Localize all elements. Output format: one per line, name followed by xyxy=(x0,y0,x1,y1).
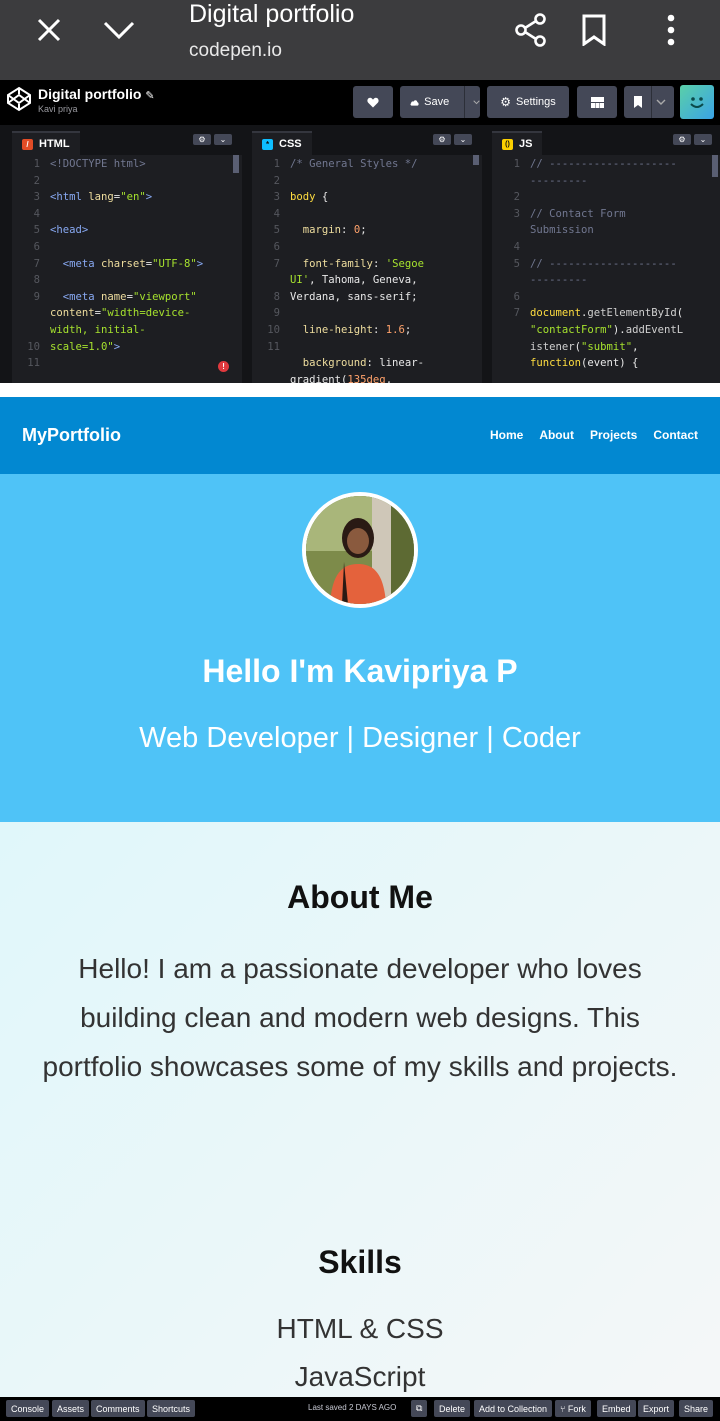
js-icon: () xyxy=(502,138,513,150)
css-code[interactable]: /* General Styles */ body { margin: 0; f… xyxy=(290,155,424,383)
pen-author[interactable]: Kavi priya xyxy=(38,104,78,114)
hero-subtitle: Web Developer | Designer | Coder xyxy=(139,722,581,754)
hero-section: Hello I'm Kavipriya P Web Developer | De… xyxy=(0,474,720,822)
css-icon: * xyxy=(262,138,273,150)
settings-button-label: Settings xyxy=(516,96,556,108)
editor-collapse-chevron-icon[interactable]: ⌄ xyxy=(694,134,712,145)
html-code[interactable]: <!DOCTYPE html> <html lang="en"> <head> … xyxy=(50,155,203,355)
editor-settings-gear-icon[interactable]: ⚙ xyxy=(673,134,691,145)
chevron-down-icon[interactable] xyxy=(473,99,480,106)
skill-item: HTML & CSS xyxy=(276,1313,444,1344)
profile-photo xyxy=(302,492,418,608)
nav-link-about[interactable]: About xyxy=(539,428,574,442)
error-indicator-icon[interactable]: ! xyxy=(218,361,229,372)
js-code[interactable]: // -------------------- --------- // Con… xyxy=(530,155,683,372)
delete-button[interactable]: Delete xyxy=(434,1400,471,1417)
editor-collapse-chevron-icon[interactable]: ⌄ xyxy=(454,134,472,145)
console-button[interactable]: Console xyxy=(6,1400,50,1417)
settings-button[interactable]: ⚙ Settings xyxy=(487,86,569,118)
page-url: codepen.io xyxy=(189,40,282,61)
js-editor-tab[interactable]: () JS xyxy=(492,131,543,155)
shortcuts-button[interactable]: Shortcuts xyxy=(147,1400,196,1417)
skills-heading: Skills xyxy=(318,1244,402,1280)
codepen-footer: Console Assets Comments Shortcuts Last s… xyxy=(0,1397,720,1421)
edit-pencil-icon[interactable]: ✎ xyxy=(145,90,154,102)
bookmark-icon[interactable] xyxy=(574,10,614,50)
gear-icon: ⚙ xyxy=(500,95,511,109)
embed-button[interactable]: Embed xyxy=(597,1400,636,1417)
save-button[interactable]: Save xyxy=(400,86,480,118)
line-numbers: 123456789 10 11 xyxy=(27,158,40,370)
bookmark-menu-button[interactable] xyxy=(624,86,674,118)
about-section: About Me Hello! I am a passionate develo… xyxy=(0,822,720,1397)
more-vert-icon[interactable] xyxy=(651,10,691,50)
layout-button[interactable] xyxy=(577,86,617,118)
line-numbers: 1234567 8 9 10 11 xyxy=(267,158,280,353)
chevron-down-icon[interactable] xyxy=(99,10,139,50)
export-button[interactable]: Export xyxy=(638,1400,675,1417)
comments-button[interactable]: Comments xyxy=(91,1400,145,1417)
hero-title: Hello I'm Kavipriya P xyxy=(202,653,518,689)
about-text: Hello! I am a passionate developer who l… xyxy=(42,953,678,1082)
browser-toolbar: Digital portfolio codepen.io xyxy=(0,0,720,80)
open-external-icon[interactable]: ⧉ xyxy=(411,1400,428,1417)
scrollbar[interactable] xyxy=(712,155,718,177)
skill-item: JavaScript xyxy=(294,1361,426,1392)
add-to-collection-button[interactable]: Add to Collection xyxy=(474,1400,553,1417)
editor-settings-gear-icon[interactable]: ⚙ xyxy=(433,134,451,145)
love-button[interactable] xyxy=(353,86,393,118)
nav-link-projects[interactable]: Projects xyxy=(590,428,637,442)
result-preview: MyPortfolio Home About Projects Contact … xyxy=(0,397,720,1397)
site-navbar: MyPortfolio Home About Projects Contact xyxy=(0,397,720,474)
assets-button[interactable]: Assets xyxy=(52,1400,90,1417)
line-numbers: 1 23 45 67 xyxy=(513,158,520,320)
nav-link-contact[interactable]: Contact xyxy=(653,428,698,442)
css-editor[interactable]: * CSS ⚙ ⌄ 1234567 8 9 10 11 /* General Styl… xyxy=(252,125,482,383)
close-icon[interactable] xyxy=(29,10,69,50)
heart-icon xyxy=(367,97,379,107)
chevron-down-icon[interactable] xyxy=(656,99,666,106)
fork-icon: ⑂ xyxy=(560,1403,566,1414)
scrollbar[interactable] xyxy=(473,155,479,165)
scrollbar[interactable] xyxy=(233,155,239,173)
css-editor-tab[interactable]: * CSS xyxy=(252,131,312,155)
save-button-label: Save xyxy=(424,96,450,108)
cloud-icon xyxy=(410,99,419,106)
layout-icon xyxy=(590,96,604,108)
codepen-logo-icon[interactable] xyxy=(6,86,32,112)
codepen-header: Digital portfolio ✎ Kavi priya Save ⚙ Se… xyxy=(0,80,720,125)
html-editor-tab[interactable]: / HTML xyxy=(12,131,80,155)
site-brand[interactable]: MyPortfolio xyxy=(22,425,121,446)
about-heading: About Me xyxy=(287,879,433,915)
editor-settings-gear-icon[interactable]: ⚙ xyxy=(193,134,211,145)
page-title: Digital portfolio xyxy=(189,0,355,28)
share-button[interactable]: Share xyxy=(679,1400,714,1417)
nav-link-home[interactable]: Home xyxy=(490,428,523,442)
code-editors: / HTML ⚙ ⌄ 123456789 10 11 <!DOCTYPE html… xyxy=(0,125,720,383)
html-icon: / xyxy=(22,138,33,150)
user-avatar[interactable] xyxy=(680,85,714,119)
fork-button[interactable]: ⑂ Fork xyxy=(555,1400,591,1417)
html-editor[interactable]: / HTML ⚙ ⌄ 123456789 10 11 <!DOCTYPE html… xyxy=(12,125,242,383)
pen-title[interactable]: Digital portfolio ✎ xyxy=(38,86,155,102)
editor-collapse-chevron-icon[interactable]: ⌄ xyxy=(214,134,232,145)
bookmark-icon xyxy=(633,96,642,108)
share-icon[interactable] xyxy=(511,10,551,50)
js-editor[interactable]: () JS ⚙ ⌄ 1 23 45 67 // ----------------… xyxy=(492,125,720,383)
last-saved-status: Last saved 2 DAYS AGO xyxy=(308,1403,397,1412)
